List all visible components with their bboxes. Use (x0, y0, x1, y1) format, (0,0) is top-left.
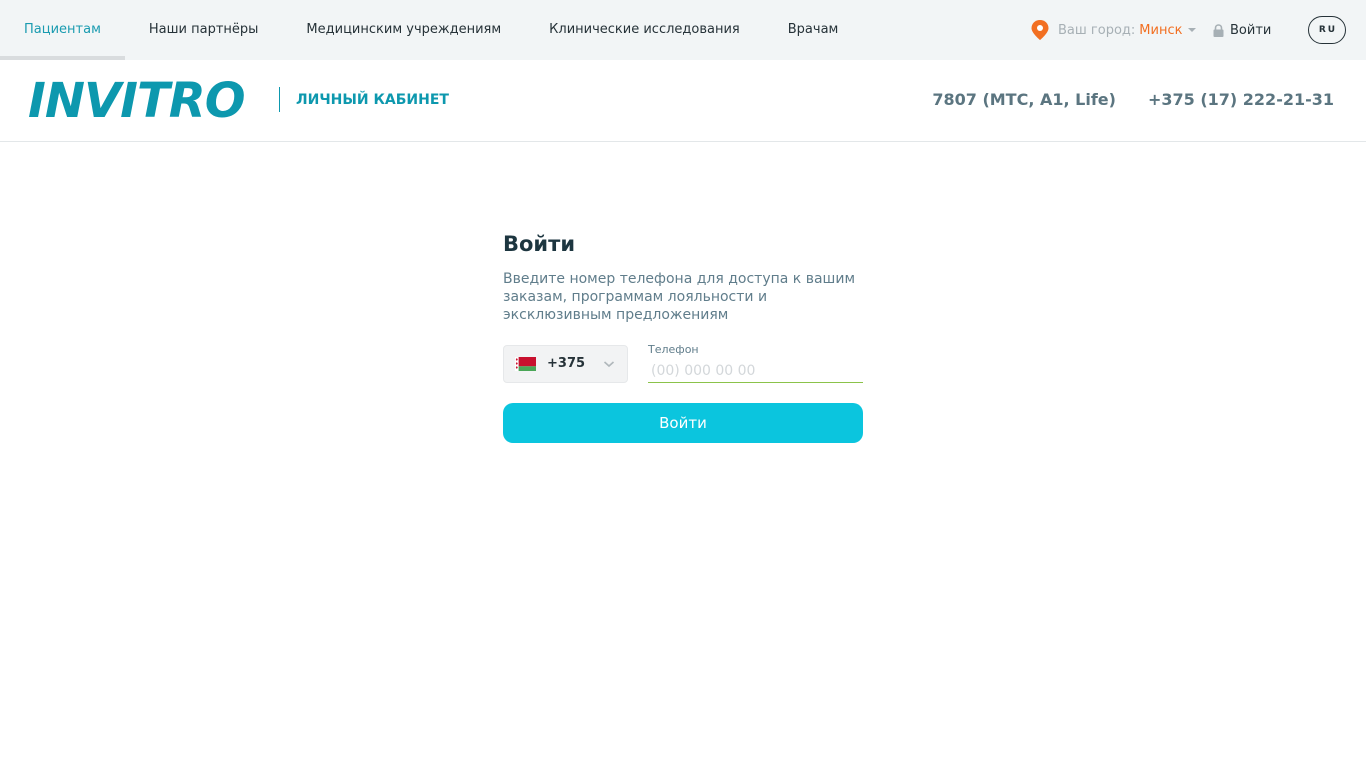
phone-row: +375 Телефон (503, 343, 863, 383)
map-pin-icon (1031, 20, 1049, 40)
login-form: Войти Введите номер телефона для доступа… (503, 228, 863, 443)
phone-short-number[interactable]: 7807 (МТС, A1, Life) (932, 88, 1116, 112)
country-code-select[interactable]: +375 (503, 345, 628, 383)
nav-item-medical-institutions[interactable]: Медицинским учреждениям (282, 0, 525, 60)
login-link[interactable]: Войти (1213, 0, 1271, 60)
caret-down-icon (1188, 28, 1197, 32)
form-description: Введите номер телефона для доступа к ваш… (503, 271, 856, 323)
invitro-logo[interactable]: INVITRO (28, 74, 246, 128)
form-title: Войти (503, 232, 576, 256)
country-code-value: +375 (547, 356, 586, 371)
city-name[interactable]: Минск (1139, 23, 1182, 38)
personal-cabinet-title[interactable]: ЛИЧНЫЙ КАБИНЕТ (296, 90, 449, 110)
site-header: INVITRO ЛИЧНЫЙ КАБИНЕТ 7807 (МТС, A1, Li… (0, 60, 1366, 142)
header-phones: 7807 (МТС, A1, Life) +375 (17) 222-21-31 (900, 88, 1334, 112)
login-link-label: Войти (1230, 22, 1272, 38)
phone-field: Телефон (648, 343, 863, 383)
city-label: Ваш город: (1058, 22, 1136, 38)
nav-item-doctors[interactable]: Врачам (764, 0, 863, 60)
audience-nav: Пациентам Наши партнёры Медицинским учре… (0, 0, 862, 60)
login-submit-button[interactable]: Войти (503, 403, 863, 443)
top-navigation-bar: Пациентам Наши партнёры Медицинским учре… (0, 0, 1366, 60)
phone-input[interactable] (648, 360, 863, 383)
city-selector[interactable]: Ваш город: Минск (1031, 0, 1197, 60)
phone-field-label: Телефон (648, 343, 699, 356)
language-switch[interactable]: RU (1308, 16, 1346, 44)
phone-city-number[interactable]: +375 (17) 222-21-31 (1148, 88, 1334, 112)
chevron-down-icon (603, 361, 615, 368)
belarus-flag-icon (515, 357, 536, 371)
nav-item-partners[interactable]: Наши партнёры (125, 0, 283, 60)
nav-item-patients[interactable]: Пациентам (0, 0, 125, 60)
nav-item-clinical-trials[interactable]: Клинические исследования (525, 0, 764, 60)
header-divider (279, 87, 280, 112)
lock-icon (1213, 23, 1224, 37)
